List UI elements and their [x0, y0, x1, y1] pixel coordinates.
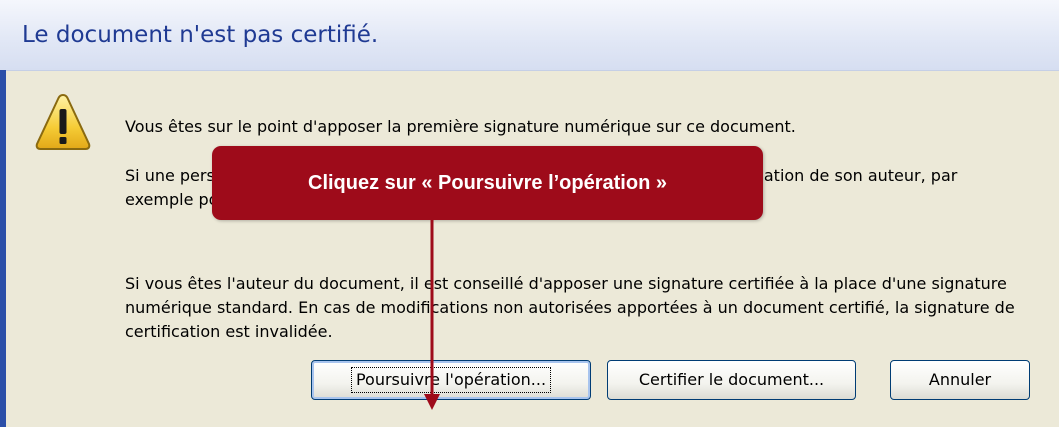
window-left-border — [0, 70, 6, 427]
dialog-message-certified-signature: Si vous êtes l'auteur du document, il es… — [125, 274, 1015, 341]
cancel-button[interactable]: Annuler — [890, 360, 1030, 400]
tutorial-callout: Cliquez sur « Poursuivre l’opération » — [212, 146, 763, 220]
warning-icon — [35, 93, 91, 150]
continue-operation-button[interactable]: Poursuivre l'opération... — [311, 360, 591, 400]
dialog-title-bar: Le document n'est pas certifié. — [0, 0, 1059, 71]
certify-document-button[interactable]: Certifier le document... — [607, 360, 856, 400]
dialog-title: Le document n'est pas certifié. — [22, 22, 379, 48]
continue-operation-label: Poursuivre l'opération... — [350, 367, 552, 393]
dialog-message-first-signature: Vous êtes sur le point d'apposer la prem… — [125, 117, 796, 136]
